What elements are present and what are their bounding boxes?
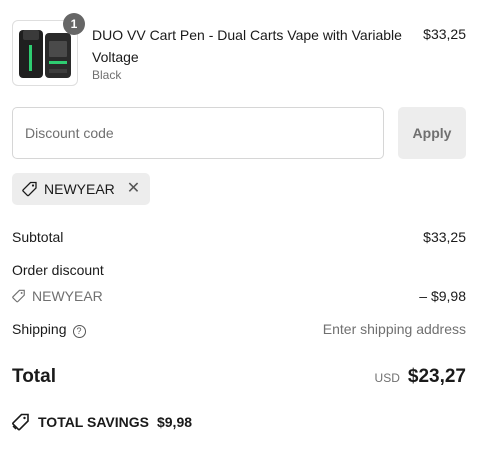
order-discount-label: Order discount	[12, 262, 104, 278]
discount-code-label: NEWYEAR	[32, 288, 103, 304]
savings-label: TOTAL SAVINGS	[38, 414, 149, 430]
shipping-row: Shipping? Enter shipping address	[12, 321, 466, 338]
savings-value: $9,98	[156, 414, 193, 430]
product-price: $33,25	[423, 26, 466, 42]
discount-code-input[interactable]	[12, 107, 384, 159]
shipping-label: Shipping	[12, 321, 67, 337]
applied-discount-code: NEWYEAR	[44, 181, 115, 197]
discount-value: – $9,98	[419, 288, 466, 304]
currency-code: USD	[374, 371, 400, 385]
vape-device-image	[19, 30, 71, 78]
subtotal-value: $33,25	[423, 229, 466, 245]
product-variant: Black	[92, 68, 122, 82]
order-discount-row: Order discount	[12, 262, 466, 278]
total-savings: TOTAL SAVINGS $9,98	[12, 413, 192, 431]
discount-code-row: NEWYEAR – $9,98	[12, 288, 466, 304]
shipping-label-group: Shipping?	[12, 321, 86, 338]
total-value: $23,27	[407, 366, 466, 387]
help-icon[interactable]: ?	[72, 324, 86, 338]
discount-code-line: NEWYEAR	[12, 288, 103, 304]
tag-icon	[22, 181, 37, 197]
remove-discount-icon[interactable]: ✕	[127, 181, 140, 197]
subtotal-label: Subtotal	[12, 229, 64, 245]
total-label: Total	[12, 366, 56, 387]
total-value-group: USD $23,27	[375, 366, 466, 388]
cart-line-item: 1 DUO VV Cart Pen - Dual Carts Vape with…	[12, 13, 466, 86]
quantity-badge: 1	[63, 13, 85, 35]
tag-icon	[12, 413, 29, 431]
shipping-value: Enter shipping address	[322, 321, 466, 338]
tag-icon	[12, 289, 25, 303]
subtotal-row: Subtotal $33,25	[12, 229, 466, 245]
discount-form: Apply	[12, 107, 466, 159]
product-name: DUO VV Cart Pen - Dual Carts Vape with V…	[92, 27, 402, 65]
total-row: Total USD $23,27	[12, 366, 466, 388]
applied-discount-chip: NEWYEAR ✕	[12, 173, 151, 205]
apply-discount-button[interactable]: Apply	[398, 107, 466, 159]
product-thumbnail: 1	[12, 13, 85, 86]
